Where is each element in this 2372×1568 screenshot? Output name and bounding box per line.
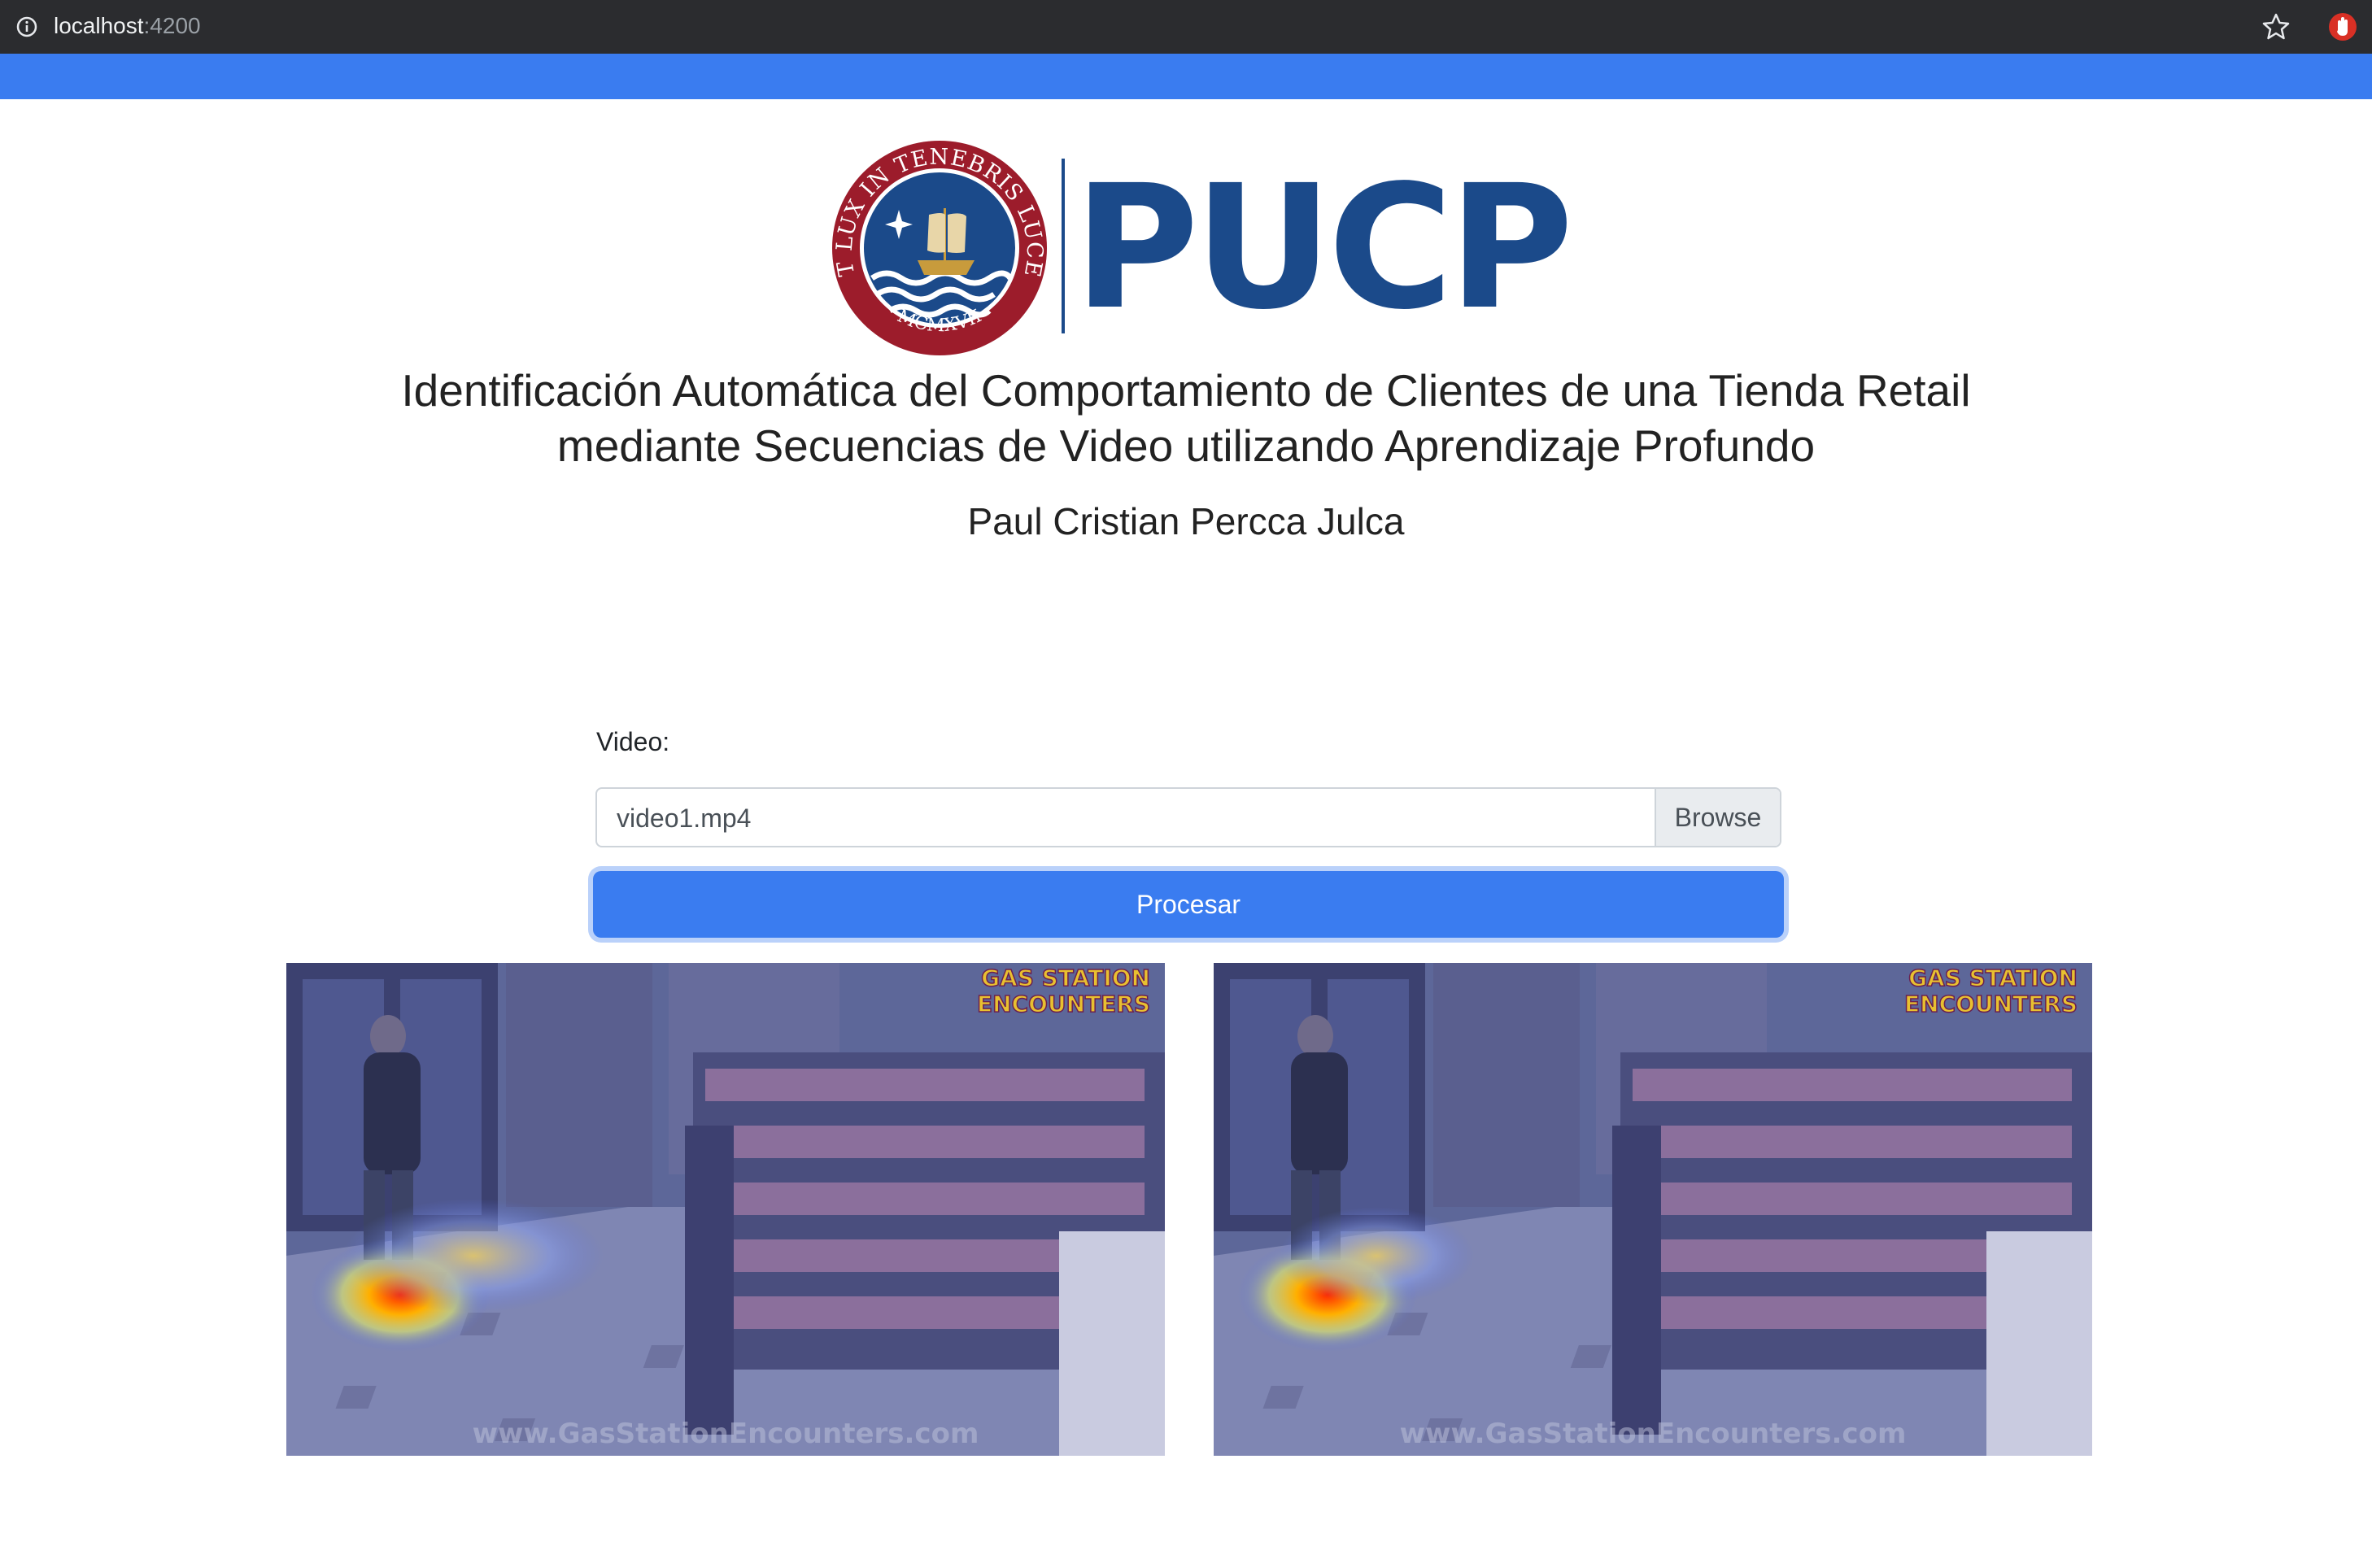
watermark-text: www.GasStationEncounters.com — [473, 1418, 979, 1450]
svg-text:ENCOUNTERS: ENCOUNTERS — [977, 991, 1150, 1017]
star-icon[interactable] — [2260, 11, 2292, 43]
result-frame-1: GAS STATION ENCOUNTERS www.GasStationEnc… — [286, 963, 1165, 1456]
svg-text:GAS STATION: GAS STATION — [981, 965, 1150, 991]
pucp-seal-icon: ET LUX IN TENEBRIS LUCET MCMXVII — [822, 130, 1053, 362]
pucp-logo: ET LUX IN TENEBRIS LUCET MCMXVII PUCP — [822, 130, 1573, 366]
heatmap-frame-image: GAS STATION ENCOUNTERS www.GasStationEnc… — [286, 963, 1165, 1456]
top-navbar — [0, 54, 2372, 99]
logo-wordmark: PUCP — [1074, 148, 1573, 347]
process-button[interactable]: Procesar — [593, 871, 1784, 938]
extension-icon[interactable] — [2325, 9, 2361, 45]
watermark-text: www.GasStationEncounters.com — [1400, 1418, 1907, 1450]
author-name: Paul Cristian Percca Julca — [967, 500, 1405, 542]
result-frame-2: GAS STATION ENCOUNTERS www.GasStationEnc… — [1214, 963, 2092, 1456]
logo-divider — [1062, 159, 1065, 333]
url-host: localhost — [54, 13, 144, 38]
video-file-input[interactable]: video1.mp4 Browse — [595, 787, 1781, 847]
heatmap-frame-image: GAS STATION ENCOUNTERS www.GasStationEnc… — [1214, 963, 2092, 1456]
url-port: :4200 — [143, 13, 201, 38]
browser-address-bar: localhost:4200 — [0, 0, 2372, 54]
title-line-2: mediante Secuencias de Video utilizando … — [556, 420, 1816, 471]
svg-text:ENCOUNTERS: ENCOUNTERS — [1904, 991, 2078, 1017]
svg-text:GAS STATION: GAS STATION — [1908, 965, 2078, 991]
title-line-1: Identificación Automática del Comportami… — [401, 365, 1971, 416]
page-title: Identificación Automática del Comportami… — [244, 363, 2128, 473]
browse-button[interactable]: Browse — [1655, 789, 1780, 846]
file-name-value: video1.mp4 — [617, 804, 752, 833]
url-field[interactable]: localhost:4200 — [54, 11, 201, 41]
video-label: Video: — [596, 727, 670, 756]
info-icon[interactable] — [15, 15, 39, 39]
